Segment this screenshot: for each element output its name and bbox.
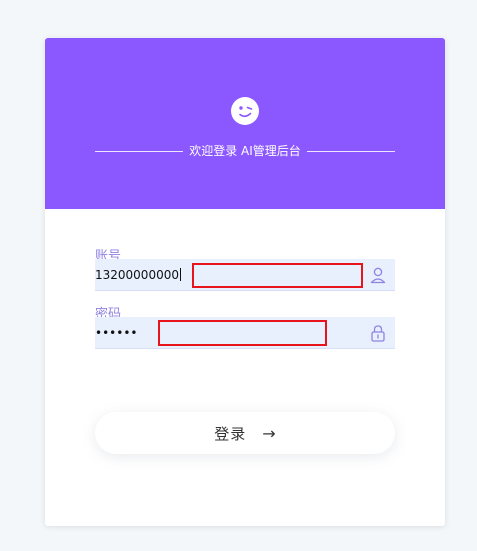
user-icon — [370, 267, 386, 284]
login-button[interactable]: 登录 → — [95, 412, 395, 454]
login-card: 欢迎登录 AI管理后台 账号 13200000000 密码 •••••• 登录 … — [45, 38, 445, 526]
login-header: 欢迎登录 AI管理后台 — [45, 38, 445, 209]
login-button-label: 登录 — [214, 424, 247, 443]
lock-icon — [371, 325, 385, 342]
account-value: 13200000000 — [95, 268, 181, 282]
arrow-right-icon: → — [262, 423, 276, 443]
header-title-row: 欢迎登录 AI管理后台 — [95, 141, 396, 161]
text-caret — [179, 268, 181, 281]
smiley-wink-icon — [231, 97, 259, 125]
title-divider-right — [306, 150, 396, 152]
page-title: 欢迎登录 AI管理后台 — [189, 144, 301, 158]
highlight-box-account — [192, 263, 363, 288]
highlight-box-password — [158, 320, 327, 346]
title-divider-left — [95, 150, 184, 152]
password-value: •••••• — [95, 326, 138, 340]
